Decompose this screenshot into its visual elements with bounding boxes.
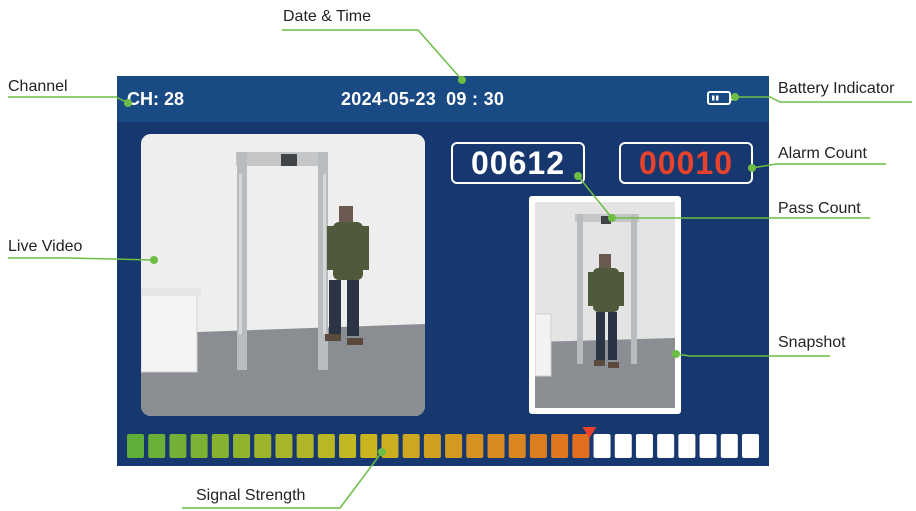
signal-bar [339,434,357,458]
signal-bar [551,434,569,458]
signal-bar [741,434,759,458]
battery-icon [707,91,734,105]
signal-bar [211,434,229,458]
device-screen: CH: 28 2024-05-23 09 : 30 00612 00010 [117,76,769,466]
signal-bar [296,434,314,458]
callout-signal-strength: Signal Strength [196,487,306,504]
signal-bar [678,434,696,458]
signal-bar [233,434,251,458]
callout-alarm-count: Alarm Count [778,145,867,162]
snapshot-image [535,202,675,408]
signal-bar [127,434,145,458]
signal-bar [699,434,717,458]
signal-bar [720,434,738,458]
time-value: 09 : 30 [446,89,505,109]
alarm-count: 00010 [619,142,753,184]
live-video [141,134,425,416]
callout-battery: Battery Indicator [778,80,895,97]
callout-pass-count: Pass Count [778,200,861,217]
snapshot [529,196,681,414]
signal-bar [593,434,611,458]
callout-channel: Channel [8,78,68,95]
signal-bar [402,434,420,458]
signal-bar [657,434,675,458]
signal-bar [254,434,272,458]
callout-snapshot: Snapshot [778,334,846,351]
signal-strength-bar [127,427,759,458]
signal-bar [148,434,166,458]
signal-bar [275,434,293,458]
header-bar: CH: 28 2024-05-23 09 : 30 [117,76,769,122]
signal-bar [487,434,505,458]
signal-bar [190,434,208,458]
date-time: 2024-05-23 09 : 30 [341,88,514,110]
signal-bar [360,434,378,458]
callout-live-video: Live Video [8,238,83,255]
signal-bar [317,434,335,458]
pass-count: 00612 [451,142,585,184]
signal-bar [572,434,590,458]
channel-label: CH: 28 [127,89,185,109]
signal-bar [445,434,463,458]
signal-bar [635,434,653,458]
signal-bar [508,434,526,458]
signal-bar [381,434,399,458]
date-value: 2024-05-23 [341,89,437,109]
signal-bar [423,434,441,458]
signal-bar [169,434,187,458]
signal-bar [466,434,484,458]
signal-bar [529,434,547,458]
signal-bar [614,434,632,458]
callout-date-time: Date & Time [283,8,372,25]
